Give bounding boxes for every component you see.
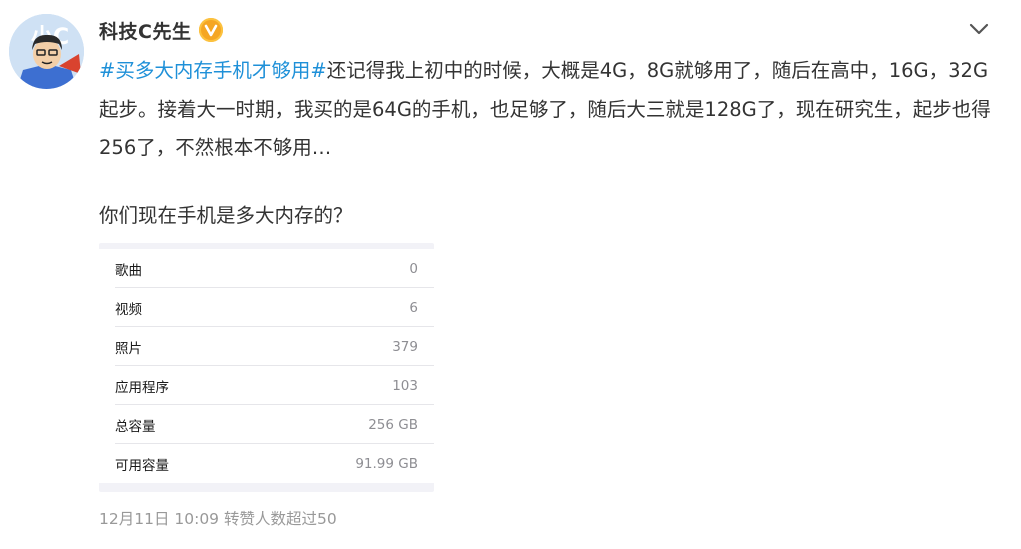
list-item: 歌曲 0 [99,249,434,288]
row-label: 照片 [115,340,142,357]
avatar-illustration: 小C [9,14,84,89]
storage-list: 歌曲 0 视频 6 照片 379 应用程序 103 总容量 256 GB 可用容… [99,249,434,483]
row-value: 91.99 GB [355,455,418,472]
row-label: 应用程序 [115,379,169,396]
hashtag-link[interactable]: #买多大内存手机才够用# [99,59,327,82]
chevron-down-icon[interactable] [966,16,992,42]
row-label: 可用容量 [115,457,169,474]
author-name[interactable]: 科技C先生 [99,17,191,44]
row-label: 总容量 [115,418,156,435]
list-item: 总容量 256 GB [99,405,434,444]
list-item: 应用程序 103 [99,366,434,405]
list-item: 视频 6 [99,288,434,327]
row-label: 视频 [115,301,142,318]
row-value: 6 [409,299,418,316]
storage-screenshot-image[interactable]: 歌曲 0 视频 6 照片 379 应用程序 103 总容量 256 GB 可用容… [99,243,434,492]
row-value: 103 [392,377,418,394]
avatar[interactable]: 小C [9,14,84,89]
post-meta[interactable]: 12月11日 10:09 转赞人数超过50 [99,507,337,531]
row-value: 0 [409,260,418,277]
row-label: 歌曲 [115,262,142,279]
row-value: 256 GB [368,416,418,433]
post-body: #买多大内存手机才够用#还记得我上初中的时候，大概是4G，8G就够用了，随后在高… [99,52,999,168]
author-header: 科技C先生 [99,16,224,44]
row-value: 379 [392,338,418,355]
list-item: 照片 379 [99,327,434,366]
list-item: 可用容量 91.99 GB [99,444,434,483]
post-question: 你们现在手机是多大内存的？ [99,204,353,227]
verified-badge-icon [199,18,224,42]
